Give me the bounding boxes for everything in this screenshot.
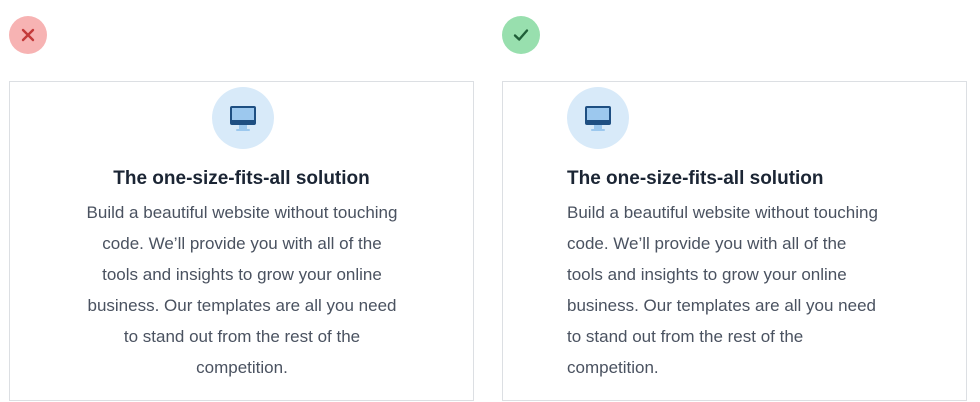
incorrect-badge	[9, 16, 47, 54]
body-line: tools and insights to grow your online	[102, 265, 382, 284]
close-icon	[21, 28, 35, 42]
body-line: code. We’ll provide you with all of the	[567, 234, 847, 253]
desktop-computer-icon	[585, 106, 611, 131]
body-line: code. We’ll provide you with all of the	[102, 234, 382, 253]
feature-icon-circle	[567, 87, 629, 149]
correct-badge	[502, 16, 540, 54]
body-line: Build a beautiful website without touchi…	[567, 203, 878, 222]
card-title: The one-size-fits-all solution	[113, 168, 370, 189]
body-line: to stand out from the rest of the	[567, 327, 804, 346]
card-body-text: Build a beautiful website without touchi…	[567, 197, 907, 383]
checkmark-icon	[513, 29, 529, 41]
example-card-centered: The one-size-fits-all solution Build a b…	[9, 81, 474, 401]
feature-icon-circle	[212, 87, 274, 149]
comparison-stage: The one-size-fits-all solution Build a b…	[0, 0, 980, 402]
body-line: Build a beautiful website without touchi…	[86, 203, 398, 222]
body-line: competition.	[567, 358, 659, 377]
desktop-computer-icon	[230, 106, 256, 131]
card-body-text: Build a beautiful website without touchi…	[76, 197, 408, 383]
body-line: business. Our templates are all you need	[87, 296, 397, 315]
body-line: to stand out from the rest of the	[123, 327, 361, 346]
card-title: The one-size-fits-all solution	[567, 168, 824, 189]
body-line: competition.	[196, 358, 288, 377]
body-line: business. Our templates are all you need	[567, 296, 877, 315]
body-line: tools and insights to grow your online	[567, 265, 847, 284]
example-card-left-aligned: The one-size-fits-all solution Build a b…	[502, 81, 967, 401]
